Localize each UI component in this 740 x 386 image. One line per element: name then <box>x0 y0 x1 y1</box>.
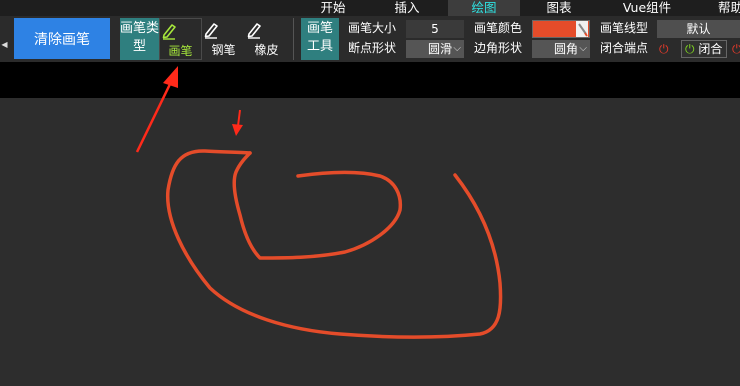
canvas-drawing <box>165 149 503 339</box>
drawn-stroke <box>165 149 503 339</box>
power-off-icon[interactable]: ⏻ <box>659 40 669 58</box>
power-on-icon: ⏻ <box>685 42 695 56</box>
close-endpoint-label: 闭合 <box>698 42 723 56</box>
chevron-down-icon: ⌵ <box>579 43 587 54</box>
tab-insert[interactable]: 插入 <box>380 0 434 16</box>
tab-vue-components[interactable]: Vue组件 <box>612 0 682 16</box>
corner-shape-value: 圆角 <box>554 42 579 56</box>
canvas-header-bar <box>0 62 740 98</box>
pen-tool-group-label: 画笔工具 <box>301 18 339 60</box>
line-type-select[interactable]: 默认 <box>657 20 740 38</box>
ribbon-divider <box>293 18 294 60</box>
tool-eraser[interactable]: 橡皮 <box>245 18 288 60</box>
tool-fountain-pen[interactable]: 钢笔 <box>202 18 245 60</box>
eraser-icon <box>245 18 288 43</box>
pen-icon <box>160 19 201 44</box>
close-endpoint-button[interactable]: ⏻ 闭合 <box>681 40 727 58</box>
tab-chart[interactable]: 图表 <box>532 0 586 16</box>
closed-endpoint-label: 闭合端点 <box>600 41 649 55</box>
pen-color-label: 画笔颜色 <box>474 21 523 35</box>
fountain-pen-icon <box>202 18 245 43</box>
tab-help[interactable]: 帮助 <box>718 0 740 16</box>
pen-color-picker[interactable] <box>532 20 590 38</box>
drawn-stroke <box>232 151 403 260</box>
tab-start[interactable]: 开始 <box>306 0 360 16</box>
cap-shape-select[interactable]: 圆滑 ⌵ <box>406 40 464 58</box>
tool-pen[interactable]: 画笔 <box>159 18 202 60</box>
cap-shape-value: 圆滑 <box>428 42 453 56</box>
pen-size-label: 画笔大小 <box>348 21 397 35</box>
power-off-icon[interactable]: ⏻ <box>732 40 740 58</box>
cap-shape-label: 断点形状 <box>348 41 397 55</box>
corner-shape-select[interactable]: 圆角 ⌵ <box>532 40 590 58</box>
menu-tab-bar: 开始 插入 绘图 图表 Vue组件 帮助 <box>0 0 740 16</box>
pen-size-input[interactable]: 5 <box>406 20 464 38</box>
corner-shape-label: 边角形状 <box>474 41 523 55</box>
tab-draw[interactable]: 绘图 <box>448 0 520 16</box>
clear-pen-button[interactable]: 清除画笔 <box>14 18 110 59</box>
tool-eraser-label: 橡皮 <box>254 43 279 57</box>
pen-type-group-label: 画笔类型 <box>120 18 159 60</box>
tool-pen-label: 画笔 <box>168 44 193 58</box>
ribbon-scroll-left-icon[interactable]: ◀ <box>0 34 9 56</box>
line-type-label: 画笔线型 <box>600 21 649 35</box>
chevron-down-icon: ⌵ <box>453 43 461 54</box>
color-picker-icon <box>576 21 588 37</box>
draw-ribbon: ◀ 清除画笔 画笔类型 画笔 钢笔 橡皮 画笔工具 画笔大小 5 断点形状 圆滑… <box>0 16 740 62</box>
tool-fountain-pen-label: 钢笔 <box>211 43 236 57</box>
drawing-canvas[interactable] <box>0 98 740 386</box>
